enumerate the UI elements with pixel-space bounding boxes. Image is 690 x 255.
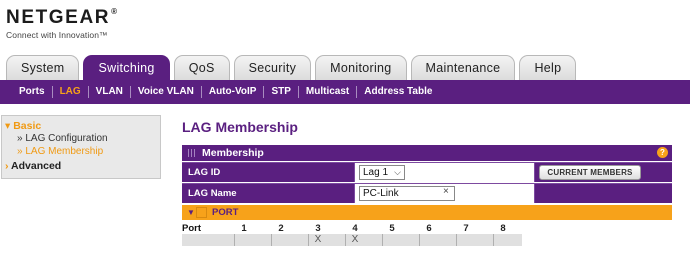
nav-advanced[interactable]: › Advanced — [5, 159, 160, 173]
port-cell-2[interactable] — [271, 234, 290, 246]
port-number-1: 1 — [241, 223, 247, 234]
netgear-logo: NETGEAR® Connect with Innovation™ — [6, 7, 119, 40]
lag-name-input[interactable]: PC-Link — [359, 186, 455, 201]
tab-help[interactable]: Help — [519, 55, 577, 80]
port-cell-1[interactable] — [234, 234, 253, 246]
port-number-2: 2 — [278, 223, 284, 234]
port-number-6: 6 — [426, 223, 432, 234]
port-cell-5[interactable] — [382, 234, 401, 246]
page-title: LAG Membership — [182, 119, 298, 135]
port-cell-8[interactable] — [493, 234, 512, 246]
tab-maintenance[interactable]: Maintenance — [410, 55, 516, 80]
subnav-stp[interactable]: STP — [264, 86, 299, 98]
brand-tagline: Connect with Innovation™ — [6, 30, 108, 40]
port-row-label: Port — [182, 223, 201, 234]
lag-id-value: Lag 1 — [363, 167, 389, 178]
port-section-label: PORT — [212, 207, 239, 218]
chevron-down-icon: ▾ — [5, 120, 11, 132]
sub-navigation: Ports LAG VLAN Voice VLAN Auto-VoIP STP … — [0, 80, 690, 104]
tab-monitoring[interactable]: Monitoring — [315, 55, 407, 80]
nav-basic[interactable]: ▾ Basic — [5, 120, 160, 132]
subnav-multicast[interactable]: Multicast — [299, 86, 358, 98]
tab-system[interactable]: System — [6, 55, 80, 80]
lag-name-label: LAG Name — [188, 188, 237, 199]
tab-switching[interactable]: Switching — [83, 55, 170, 80]
port-number-5: 5 — [389, 223, 395, 234]
drag-handle-icon — [188, 149, 196, 157]
tab-security[interactable]: Security — [233, 55, 312, 80]
port-section-header[interactable]: ▼ PORT — [182, 205, 672, 220]
port-section-icon — [196, 207, 207, 218]
port-number-3: 3 — [315, 223, 321, 234]
port-selection-row: Port 1 2 3 4 5 6 7 8 X X — [182, 222, 522, 248]
lag-id-select[interactable]: Lag 1 ⌵ — [359, 165, 405, 180]
port-number-8: 8 — [500, 223, 506, 234]
brand-reg: ® — [111, 7, 119, 16]
chevron-down-icon: ⌵ — [394, 167, 401, 177]
nav-lag-configuration[interactable]: » LAG Configuration — [5, 132, 160, 145]
chevron-right-icon: › — [5, 160, 9, 172]
nav-lag-membership[interactable]: » LAG Membership — [5, 145, 160, 158]
subnav-lag[interactable]: LAG — [53, 86, 89, 98]
collapse-arrow-icon: ▼ — [187, 208, 195, 217]
subnav-address-table[interactable]: Address Table — [357, 86, 439, 98]
left-navigation: ▾ Basic » LAG Configuration » LAG Member… — [1, 115, 161, 179]
lag-name-row: LAG Name PC-Link × — [182, 183, 672, 203]
nav-advanced-label: Advanced — [11, 160, 62, 172]
membership-panel-header: Membership ? — [182, 145, 672, 161]
port-cell-6[interactable] — [419, 234, 438, 246]
current-members-button[interactable]: CURRENT MEMBERS — [539, 165, 641, 180]
port-number-7: 7 — [463, 223, 469, 234]
port-cell-4[interactable]: X — [345, 234, 364, 246]
port-cell-3[interactable]: X — [308, 234, 327, 246]
lag-id-row: LAG ID Lag 1 ⌵ CURRENT MEMBERS — [182, 162, 672, 182]
panel-title: Membership — [202, 147, 264, 159]
subnav-auto-voip[interactable]: Auto-VoIP — [202, 86, 265, 98]
port-cell-7[interactable] — [456, 234, 475, 246]
subnav-ports[interactable]: Ports — [12, 86, 53, 98]
help-icon[interactable]: ? — [657, 147, 668, 158]
subnav-vlan[interactable]: VLAN — [89, 86, 131, 98]
subnav-voice-vlan[interactable]: Voice VLAN — [131, 86, 202, 98]
lag-id-label: LAG ID — [188, 167, 221, 178]
brand-name: NETGEAR — [6, 7, 111, 28]
tab-qos[interactable]: QoS — [173, 55, 230, 80]
nav-basic-label: Basic — [13, 120, 42, 132]
main-tabs: System Switching QoS Security Monitoring… — [6, 55, 577, 80]
port-number-4: 4 — [352, 223, 358, 234]
clear-icon[interactable]: × — [443, 186, 449, 197]
